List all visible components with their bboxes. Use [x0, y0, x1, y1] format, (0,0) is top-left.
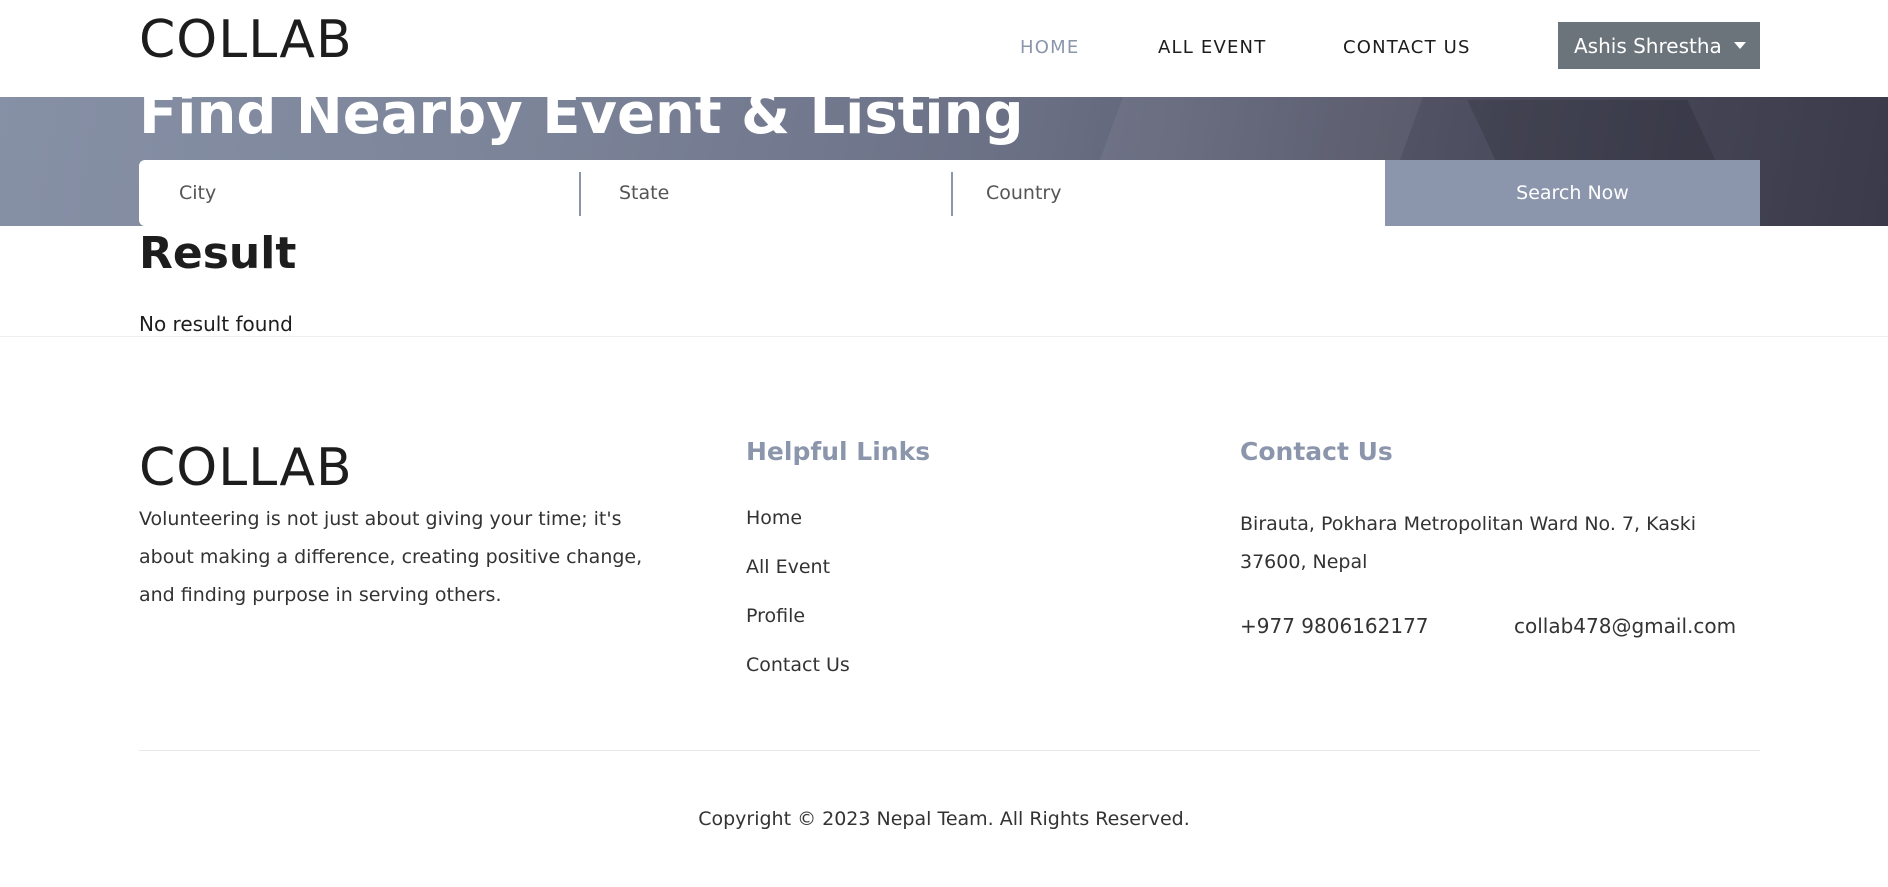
country-input[interactable]: [986, 182, 1229, 204]
footer-divider: [139, 750, 1760, 751]
city-input[interactable]: [179, 182, 422, 204]
nav-contact-us[interactable]: CONTACT US: [1343, 37, 1503, 58]
user-menu-button[interactable]: Ashis Shrestha: [1558, 22, 1760, 69]
copyright-text: Copyright © 2023 Nepal Team. All Rights …: [698, 808, 1190, 830]
state-input[interactable]: [619, 182, 862, 204]
contact-phone[interactable]: +977 9806162177: [1240, 614, 1429, 638]
nav-home[interactable]: HOME: [1020, 37, 1079, 58]
result-title: Result: [139, 228, 297, 279]
footer-logo: COLLAB: [139, 438, 353, 498]
state-field: [619, 160, 939, 226]
country-field: [986, 160, 1406, 226]
helpful-links-list: Home All Event Profile Contact Us: [746, 507, 850, 703]
footer-link-all-event[interactable]: All Event: [746, 556, 850, 605]
divider: [579, 172, 581, 216]
user-name: Ashis Shrestha: [1574, 33, 1722, 58]
footer-description: Volunteering is not just about giving yo…: [139, 508, 643, 606]
contact-email[interactable]: collab478@gmail.com: [1514, 614, 1736, 638]
brand-logo[interactable]: COLLAB: [139, 10, 353, 70]
contact-address: Birauta, Pokhara Metropolitan Ward No. 7…: [1240, 513, 1697, 573]
city-field: [179, 160, 569, 226]
no-result-message: No result found: [139, 312, 293, 336]
search-now-button[interactable]: Search Now: [1385, 160, 1760, 226]
section-divider: [0, 336, 1888, 337]
footer-link-profile[interactable]: Profile: [746, 605, 850, 654]
hero-title: Find Nearby Event & Listing: [139, 82, 1024, 147]
footer-link-home[interactable]: Home: [746, 507, 850, 556]
helpful-links-heading: Helpful Links: [746, 437, 931, 466]
caret-down-icon: [1733, 42, 1746, 49]
search-bar: Search Now: [139, 160, 1760, 226]
nav-all-event[interactable]: ALL EVENT: [1158, 37, 1318, 58]
divider: [951, 172, 953, 216]
footer-link-contact-us[interactable]: Contact Us: [746, 654, 850, 703]
contact-heading: Contact Us: [1240, 437, 1393, 466]
